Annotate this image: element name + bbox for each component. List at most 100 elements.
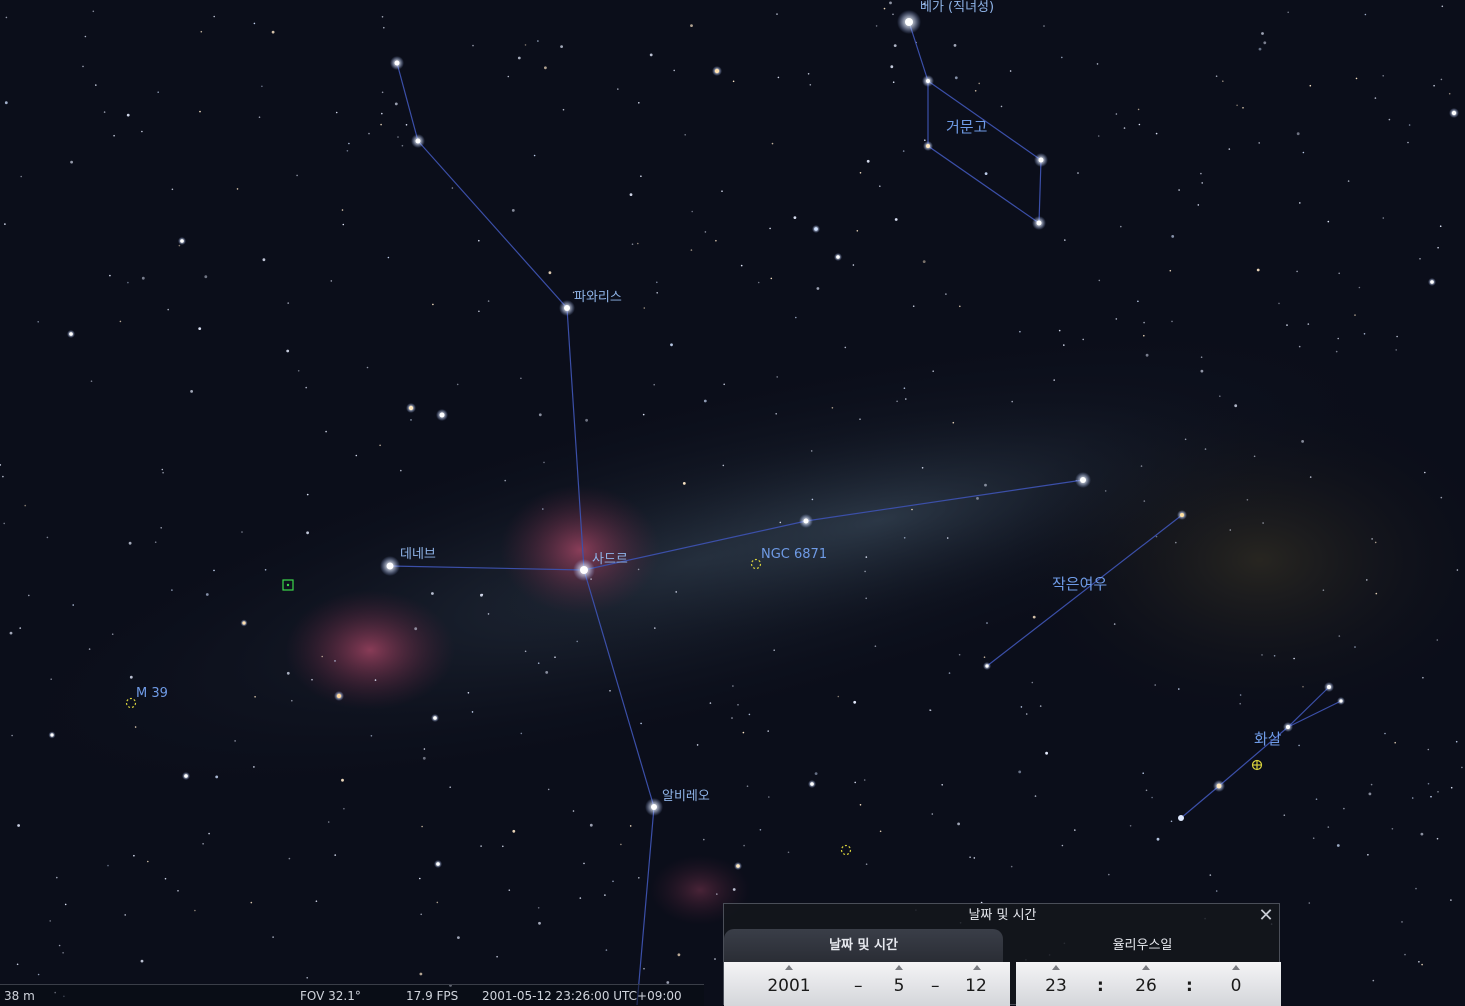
faint-star — [776, 13, 778, 15]
minute-up-arrow-icon[interactable] — [1142, 965, 1150, 970]
faint-star — [1450, 899, 1452, 901]
faint-star — [1374, 541, 1377, 544]
faint-star — [202, 843, 204, 845]
faint-star — [1370, 783, 1373, 786]
faint-star — [480, 593, 483, 597]
faint-star — [1053, 379, 1055, 381]
faint-star — [609, 690, 611, 692]
faint-star — [1396, 335, 1398, 338]
faint-star — [511, 209, 515, 212]
faint-star — [773, 649, 775, 651]
faint-star — [984, 172, 988, 176]
faint-star — [1077, 172, 1079, 174]
faint-star — [341, 209, 344, 211]
faint-star — [1439, 225, 1442, 227]
faint-star — [579, 897, 582, 899]
hour-up-arrow-icon[interactable] — [1052, 965, 1060, 970]
faint-star — [978, 82, 980, 85]
day-spinbox[interactable]: 12 — [960, 976, 992, 996]
dialog-title[interactable]: 날짜 및 시간 — [724, 904, 1281, 928]
faint-star — [432, 303, 434, 306]
faint-star — [1327, 826, 1330, 828]
faint-star — [1363, 333, 1366, 335]
faint-star — [70, 160, 73, 164]
faint-star — [1108, 873, 1110, 876]
month-spinbox[interactable]: 5 — [884, 976, 914, 996]
day-up-arrow-icon[interactable] — [973, 965, 981, 970]
faint-star — [865, 556, 868, 558]
faint-star — [213, 15, 215, 18]
month-up-arrow-icon[interactable] — [895, 965, 903, 970]
faint-star — [141, 276, 145, 280]
sky-view[interactable]: 베가 (직녀성) 파와리스 데네브 사드르 알비레오 NGC 6871 M 39… — [0, 0, 1465, 1005]
year-spinbox[interactable]: 2001 — [764, 976, 814, 996]
faint-star — [912, 305, 915, 308]
label-sagitta: 화살 — [1254, 730, 1282, 748]
faint-star — [1258, 142, 1260, 144]
faint-star — [1296, 132, 1300, 136]
faint-star — [703, 399, 707, 403]
minute-spinbox[interactable]: 26 — [1130, 976, 1162, 996]
faint-star — [795, 316, 797, 319]
faint-star — [334, 660, 336, 662]
faint-star — [128, 541, 132, 545]
faint-star — [1263, 41, 1267, 45]
faint-star — [775, 413, 777, 415]
faint-star — [330, 280, 333, 282]
planetary-nebula-marker[interactable] — [1251, 759, 1263, 771]
faint-star — [520, 377, 522, 380]
faint-star — [37, 973, 40, 976]
time-separator: : — [1097, 976, 1104, 996]
faint-star — [421, 825, 423, 828]
faint-star — [740, 264, 743, 267]
tab-julian-day[interactable]: 율리우스일 — [1004, 929, 1281, 962]
faint-star — [984, 483, 987, 487]
faint-star — [205, 593, 209, 596]
faint-star — [119, 320, 122, 323]
faint-star — [190, 390, 194, 393]
faint-star — [894, 218, 898, 221]
faint-star — [640, 175, 642, 177]
faint-star — [865, 597, 867, 600]
faint-star — [1020, 706, 1023, 708]
faint-star — [1455, 740, 1458, 743]
faint-star — [811, 498, 814, 501]
label-sadr: 사드르 — [592, 552, 628, 567]
faint-star — [1261, 32, 1264, 35]
faint-star — [1039, 705, 1042, 707]
faint-star — [204, 275, 208, 279]
faint-star — [1430, 795, 1432, 798]
faint-star — [520, 732, 523, 735]
faint-star — [400, 469, 402, 472]
second-up-arrow-icon[interactable] — [1232, 965, 1240, 970]
faint-star — [814, 772, 818, 775]
year-up-arrow-icon[interactable] — [785, 965, 793, 970]
faint-star — [478, 239, 480, 242]
faint-star — [1143, 334, 1145, 337]
faint-star — [397, 136, 399, 138]
tab-date-time[interactable]: 날짜 및 시간 — [724, 929, 1003, 962]
faint-star — [1382, 75, 1384, 77]
faint-star — [9, 631, 13, 635]
faint-star — [178, 244, 181, 247]
faint-star — [1145, 353, 1149, 357]
faint-star — [161, 468, 164, 471]
faint-star — [1298, 345, 1301, 348]
faint-star — [449, 786, 452, 788]
faint-star — [140, 959, 144, 963]
second-spinbox[interactable]: 0 — [1222, 976, 1250, 996]
close-icon[interactable]: ✕ — [1257, 906, 1275, 926]
faint-star — [1427, 782, 1430, 785]
faint-star — [1104, 490, 1107, 492]
faint-star — [809, 84, 812, 86]
faint-star — [1000, 105, 1003, 108]
faint-star — [487, 300, 490, 302]
faint-star — [1354, 646, 1356, 648]
faint-star — [554, 656, 556, 658]
faint-star — [1018, 770, 1022, 774]
faint-star — [1239, 694, 1242, 696]
faint-star — [1355, 77, 1358, 80]
hour-spinbox[interactable]: 23 — [1040, 976, 1072, 996]
faint-star — [1074, 829, 1076, 831]
faint-star — [637, 568, 640, 571]
